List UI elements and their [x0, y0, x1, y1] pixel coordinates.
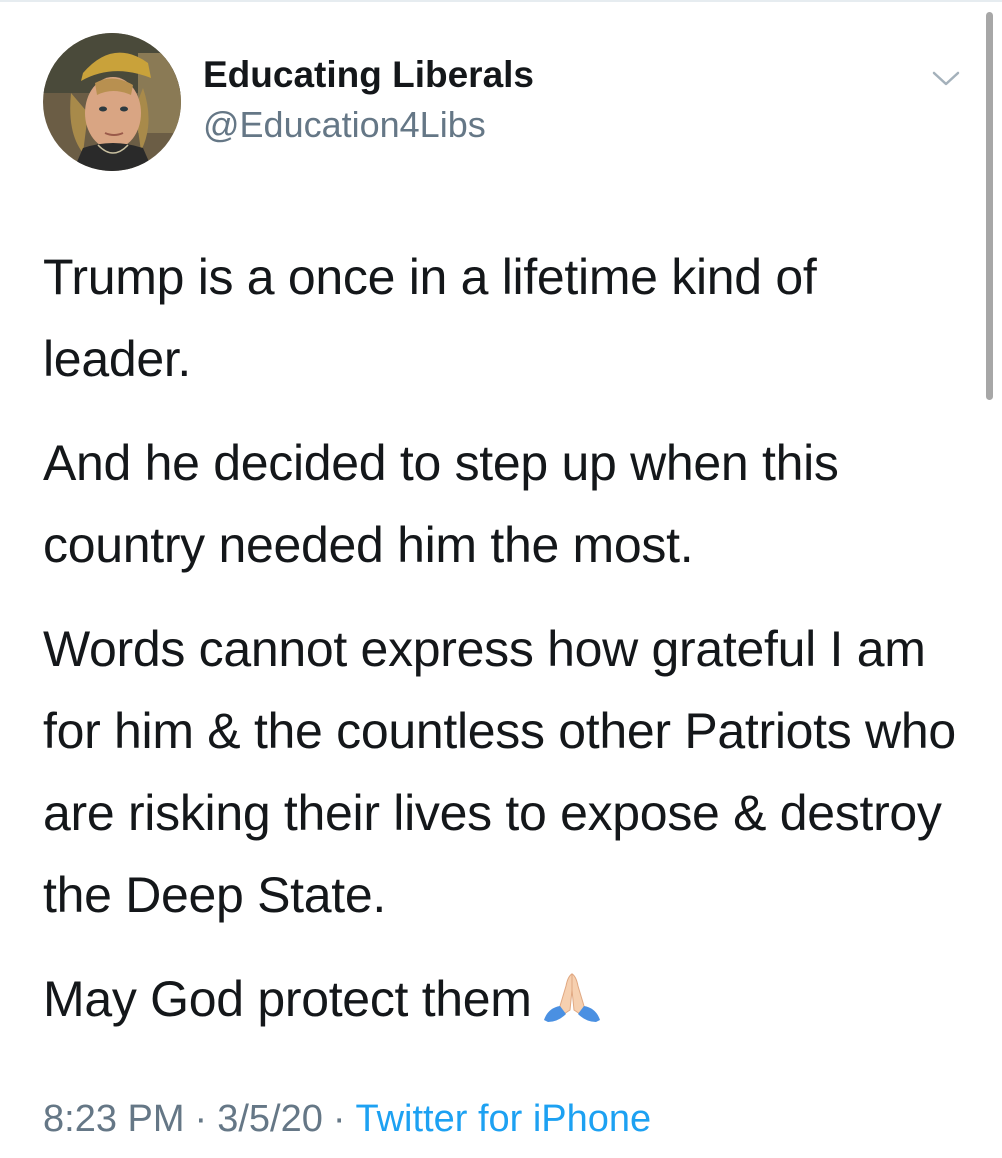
tweet-text: Trump is a once in a lifetime kind of le…	[43, 236, 963, 1062]
tweet-paragraph: And he decided to step up when this coun…	[43, 435, 839, 573]
meta-separator: ·	[194, 1098, 208, 1140]
author-handle[interactable]: @Education4Libs	[203, 104, 486, 146]
author-avatar[interactable]	[43, 33, 181, 171]
meta-separator: ·	[332, 1098, 346, 1140]
tweet-time[interactable]: 8:23 PM	[43, 1098, 185, 1140]
tweet-paragraph: Trump is a once in a lifetime kind of le…	[43, 249, 817, 387]
tweet-date[interactable]: 3/5/20	[217, 1098, 323, 1140]
tweet-source-link[interactable]: Twitter for iPhone	[356, 1098, 652, 1140]
scrollbar[interactable]	[986, 12, 993, 400]
tweet-paragraph: Words cannot express how grateful I am f…	[43, 621, 956, 923]
tweet-meta: 8:23 PM · 3/5/20 · Twitter for iPhone	[43, 1098, 651, 1141]
author-name[interactable]: Educating Liberals	[203, 54, 534, 96]
tweet-paragraph-last: May God protect them	[43, 958, 963, 1040]
top-divider	[0, 0, 1002, 2]
folded-hands-emoji-icon	[538, 966, 606, 1022]
chevron-down-icon[interactable]	[928, 64, 964, 92]
tweet-paragraph-text: May God protect them	[43, 971, 532, 1027]
